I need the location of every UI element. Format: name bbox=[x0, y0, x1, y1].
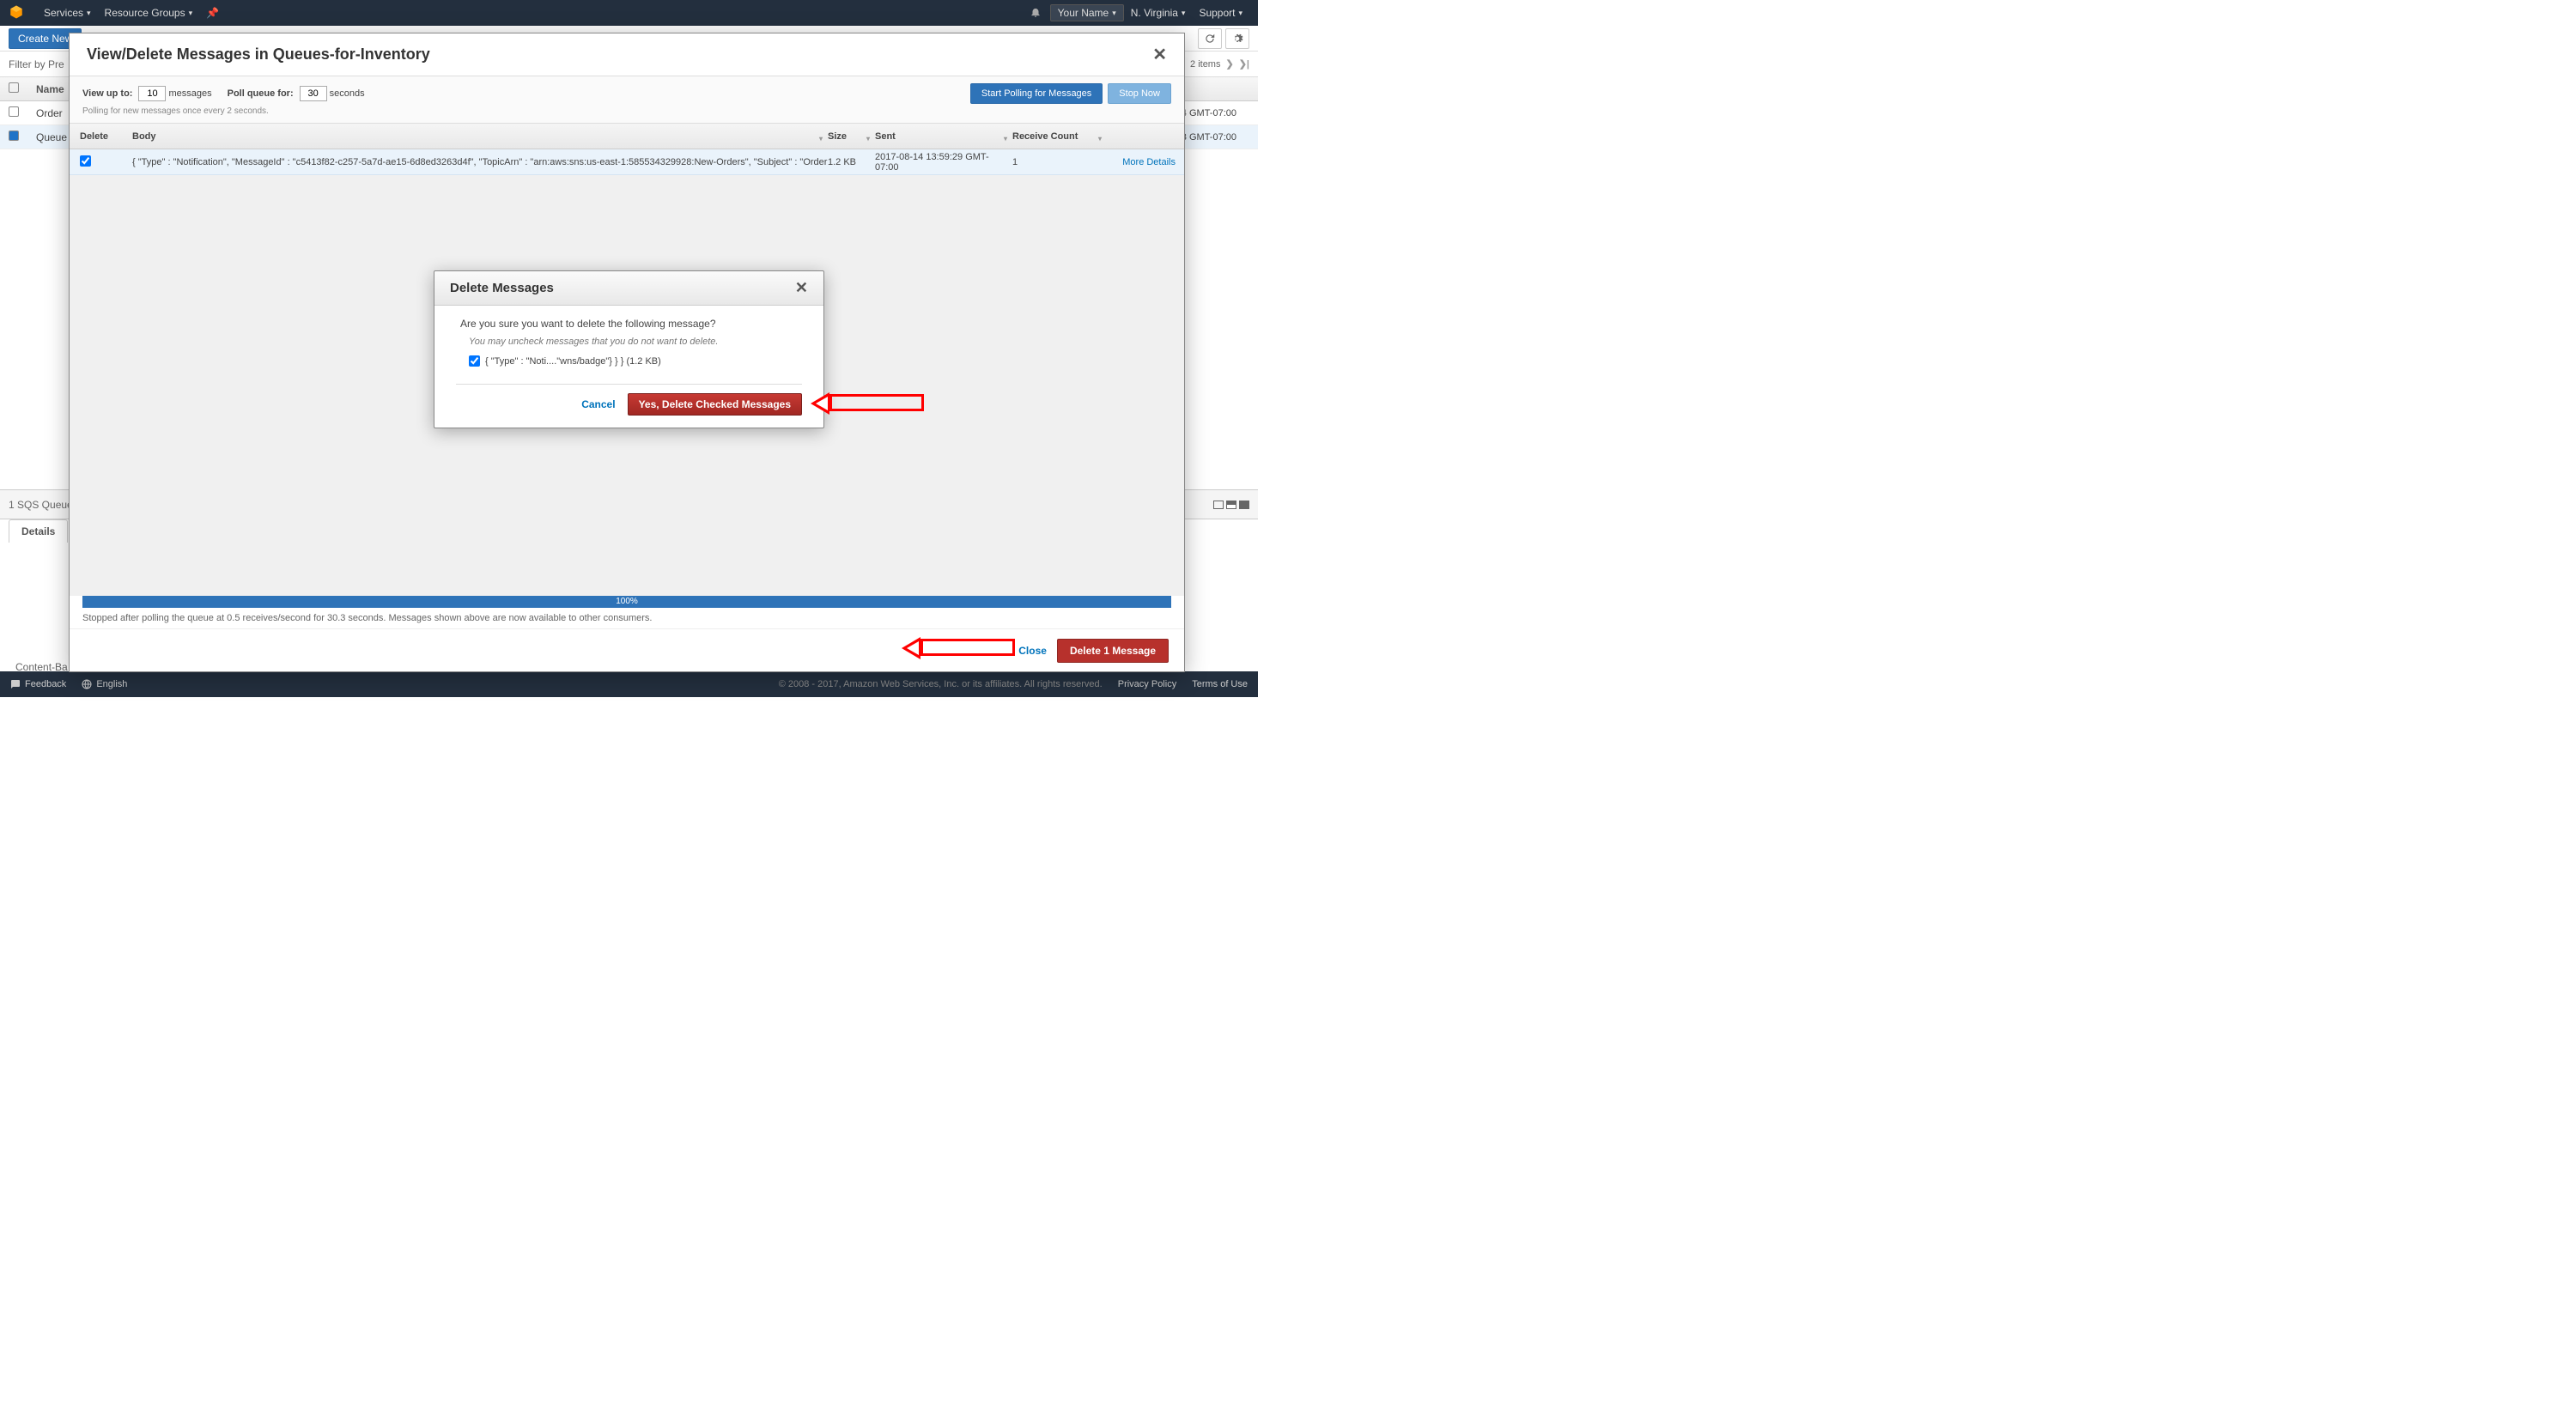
caret-down-icon: ▾ bbox=[1182, 9, 1186, 18]
modal-footer: Close Delete 1 Message bbox=[70, 628, 1184, 671]
nav-support-label: Support bbox=[1199, 7, 1235, 19]
caret-down-icon: ▾ bbox=[1112, 9, 1116, 18]
confirm-item-text: { "Type" : "Noti...."wns/badge"} } } (1.… bbox=[485, 356, 661, 367]
globe-icon bbox=[82, 679, 92, 689]
queue-name: Order bbox=[36, 107, 63, 119]
confirm-item-checkbox[interactable] bbox=[469, 355, 480, 367]
confirm-header: Delete Messages ✕ bbox=[434, 271, 823, 306]
nav-services[interactable]: Services ▾ bbox=[37, 7, 98, 19]
caret-down-icon: ▾ bbox=[189, 9, 193, 18]
language-label: English bbox=[96, 679, 127, 689]
layout-icon-3[interactable] bbox=[1239, 501, 1249, 509]
col-receive-count-header[interactable]: Receive Count▾ bbox=[1012, 131, 1107, 142]
copyright-text: © 2008 - 2017, Amazon Web Services, Inc.… bbox=[779, 679, 1103, 689]
close-link[interactable]: Close bbox=[1018, 645, 1047, 657]
filter-label: Filter by Pre bbox=[9, 58, 64, 70]
top-nav: Services▾ Resource Groups▾ 📌 Your Name▾ … bbox=[0, 0, 1258, 26]
cancel-link[interactable]: Cancel bbox=[581, 398, 615, 410]
settings-gear-icon[interactable] bbox=[1225, 28, 1249, 49]
nav-pin-icon[interactable]: 📌 bbox=[199, 7, 226, 19]
sort-caret-icon: ▾ bbox=[819, 135, 823, 143]
refresh-icon[interactable] bbox=[1198, 28, 1222, 49]
details-strip-label: 1 SQS Queue bbox=[9, 499, 73, 511]
nav-region[interactable]: N. Virginia ▾ bbox=[1124, 7, 1193, 19]
polling-status: Stopped after polling the queue at 0.5 r… bbox=[70, 608, 1184, 628]
poll-for-input[interactable] bbox=[300, 86, 327, 101]
feedback-link[interactable]: Feedback bbox=[10, 679, 66, 689]
seconds-unit: seconds bbox=[330, 88, 365, 99]
col-sent-header[interactable]: Sent▾ bbox=[875, 131, 1012, 142]
queue-name: Queue bbox=[36, 131, 67, 143]
modal-title: View/Delete Messages in Queues-for-Inven… bbox=[87, 46, 430, 64]
message-delete-checkbox[interactable] bbox=[80, 155, 91, 167]
nav-region-label: N. Virginia bbox=[1131, 7, 1178, 19]
message-receive-count: 1 bbox=[1012, 157, 1107, 167]
privacy-policy-link[interactable]: Privacy Policy bbox=[1118, 679, 1176, 689]
polling-subtext: Polling for new messages once every 2 se… bbox=[82, 106, 1171, 116]
speech-bubble-icon bbox=[10, 679, 21, 689]
select-all-checkbox[interactable] bbox=[9, 82, 19, 93]
layout-icon-1[interactable] bbox=[1213, 501, 1224, 509]
view-up-to-input[interactable] bbox=[138, 86, 166, 101]
message-size: 1.2 KB bbox=[828, 157, 875, 167]
sort-caret-icon: ▾ bbox=[866, 135, 870, 143]
confirm-question: Are you sure you want to delete the foll… bbox=[460, 318, 798, 330]
language-link[interactable]: English bbox=[82, 679, 127, 689]
col-name-header[interactable]: Name bbox=[36, 83, 64, 95]
confirm-hint: You may uncheck messages that you do not… bbox=[460, 337, 798, 347]
page-last-icon[interactable]: ❯| bbox=[1239, 58, 1249, 70]
col-size-header[interactable]: Size▾ bbox=[828, 131, 875, 142]
items-count: 2 items bbox=[1190, 59, 1220, 70]
feedback-label: Feedback bbox=[25, 679, 66, 689]
modal-header: View/Delete Messages in Queues-for-Inven… bbox=[70, 33, 1184, 76]
progress-bar: 100% bbox=[82, 596, 1171, 608]
view-up-to-label: View up to: bbox=[82, 88, 132, 99]
yes-delete-button[interactable]: Yes, Delete Checked Messages bbox=[628, 393, 802, 416]
nav-support[interactable]: Support▾ bbox=[1192, 7, 1249, 19]
progress-wrap: 100% bbox=[70, 596, 1184, 608]
layout-icon-2[interactable] bbox=[1226, 501, 1236, 509]
sort-caret-icon: ▾ bbox=[1098, 135, 1102, 143]
row-checkbox[interactable] bbox=[9, 130, 19, 141]
message-row[interactable]: { "Type" : "Notification", "MessageId" :… bbox=[70, 149, 1184, 175]
delete-message-button[interactable]: Delete 1 Message bbox=[1057, 639, 1169, 663]
queue-created: 4 GMT-07:00 bbox=[1182, 108, 1258, 118]
message-body: { "Type" : "Notification", "MessageId" :… bbox=[125, 157, 828, 167]
queue-created: 3 GMT-07:00 bbox=[1182, 132, 1258, 143]
nav-services-label: Services bbox=[44, 7, 83, 19]
tab-details[interactable]: Details bbox=[9, 519, 68, 543]
aws-cube-icon[interactable] bbox=[9, 4, 37, 22]
poll-for-label: Poll queue for: bbox=[228, 88, 294, 99]
footer: Feedback English © 2008 - 2017, Amazon W… bbox=[0, 671, 1258, 697]
confirm-item: { "Type" : "Noti...."wns/badge"} } } (1.… bbox=[460, 355, 798, 367]
modal-controls: View up to: messages Poll queue for: sec… bbox=[70, 76, 1184, 124]
col-delete-header[interactable]: Delete bbox=[70, 131, 125, 142]
nav-resource-groups[interactable]: Resource Groups ▾ bbox=[98, 7, 200, 19]
start-polling-button[interactable]: Start Polling for Messages bbox=[970, 83, 1103, 104]
more-details-link[interactable]: More Details bbox=[1107, 157, 1184, 167]
messages-table-header: Delete Body▾ Size▾ Sent▾ Receive Count▾ bbox=[70, 124, 1184, 149]
bell-icon[interactable] bbox=[1030, 6, 1042, 21]
col-body-header[interactable]: Body▾ bbox=[125, 131, 828, 142]
stop-now-button: Stop Now bbox=[1108, 83, 1171, 104]
message-sent: 2017-08-14 13:59:29 GMT-07:00 bbox=[875, 152, 1012, 173]
close-icon[interactable]: ✕ bbox=[795, 279, 808, 297]
sort-caret-icon: ▾ bbox=[1004, 135, 1007, 143]
caret-down-icon: ▾ bbox=[87, 9, 91, 18]
messages-unit: messages bbox=[168, 88, 211, 99]
confirm-delete-modal: Delete Messages ✕ Are you sure you want … bbox=[434, 270, 824, 428]
nav-your-name[interactable]: Your Name▾ bbox=[1050, 4, 1124, 21]
confirm-title: Delete Messages bbox=[450, 281, 554, 295]
confirm-footer: Cancel Yes, Delete Checked Messages bbox=[456, 384, 802, 428]
close-icon[interactable]: ✕ bbox=[1152, 44, 1167, 65]
row-checkbox[interactable] bbox=[9, 106, 19, 117]
nav-your-name-label: Your Name bbox=[1058, 7, 1109, 19]
details-tabs: Details bbox=[9, 519, 68, 545]
page-next-icon[interactable]: ❯ bbox=[1225, 58, 1233, 70]
confirm-body: Are you sure you want to delete the foll… bbox=[434, 306, 823, 375]
terms-of-use-link[interactable]: Terms of Use bbox=[1192, 679, 1248, 689]
caret-down-icon: ▾ bbox=[1238, 9, 1242, 18]
nav-resource-groups-label: Resource Groups bbox=[105, 7, 185, 19]
